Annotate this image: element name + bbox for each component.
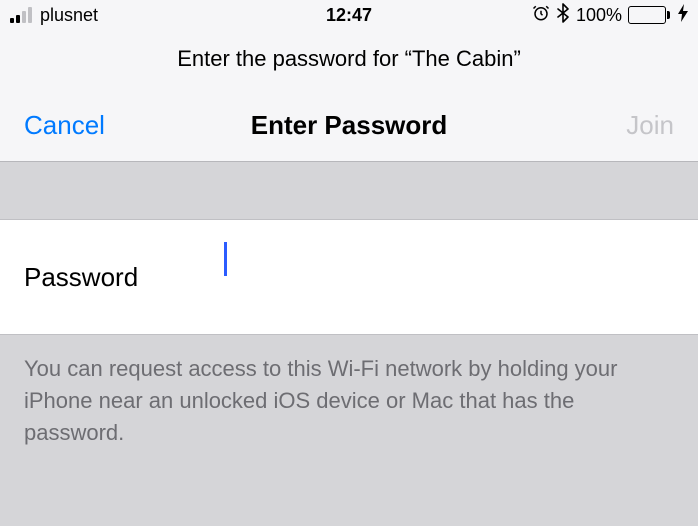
network-prompt-label: Enter the password for “The Cabin”: [0, 30, 698, 98]
charging-icon: [678, 4, 688, 27]
status-right: 100%: [532, 3, 688, 28]
password-label: Password: [24, 262, 224, 293]
dialog-title: Enter Password: [251, 110, 448, 141]
nav-bar: Cancel Enter Password Join: [0, 98, 698, 162]
wifi-share-hint: You can request access to this Wi-Fi net…: [0, 335, 698, 469]
password-row[interactable]: Password: [0, 220, 698, 335]
carrier-label: plusnet: [40, 5, 98, 26]
signal-icon: [10, 7, 32, 23]
clock-label: 12:47: [326, 5, 372, 26]
cancel-button[interactable]: Cancel: [24, 110, 105, 141]
status-left: plusnet: [10, 5, 98, 26]
section-spacer: [0, 162, 698, 220]
password-input[interactable]: [224, 242, 674, 312]
text-caret: [224, 242, 227, 276]
alarm-icon: [532, 4, 550, 27]
password-field[interactable]: [224, 281, 674, 312]
status-bar: plusnet 12:47 100%: [0, 0, 698, 30]
bluetooth-icon: [556, 3, 570, 28]
join-button[interactable]: Join: [626, 110, 674, 141]
battery-percent-label: 100%: [576, 5, 622, 26]
battery-icon: [628, 6, 670, 24]
